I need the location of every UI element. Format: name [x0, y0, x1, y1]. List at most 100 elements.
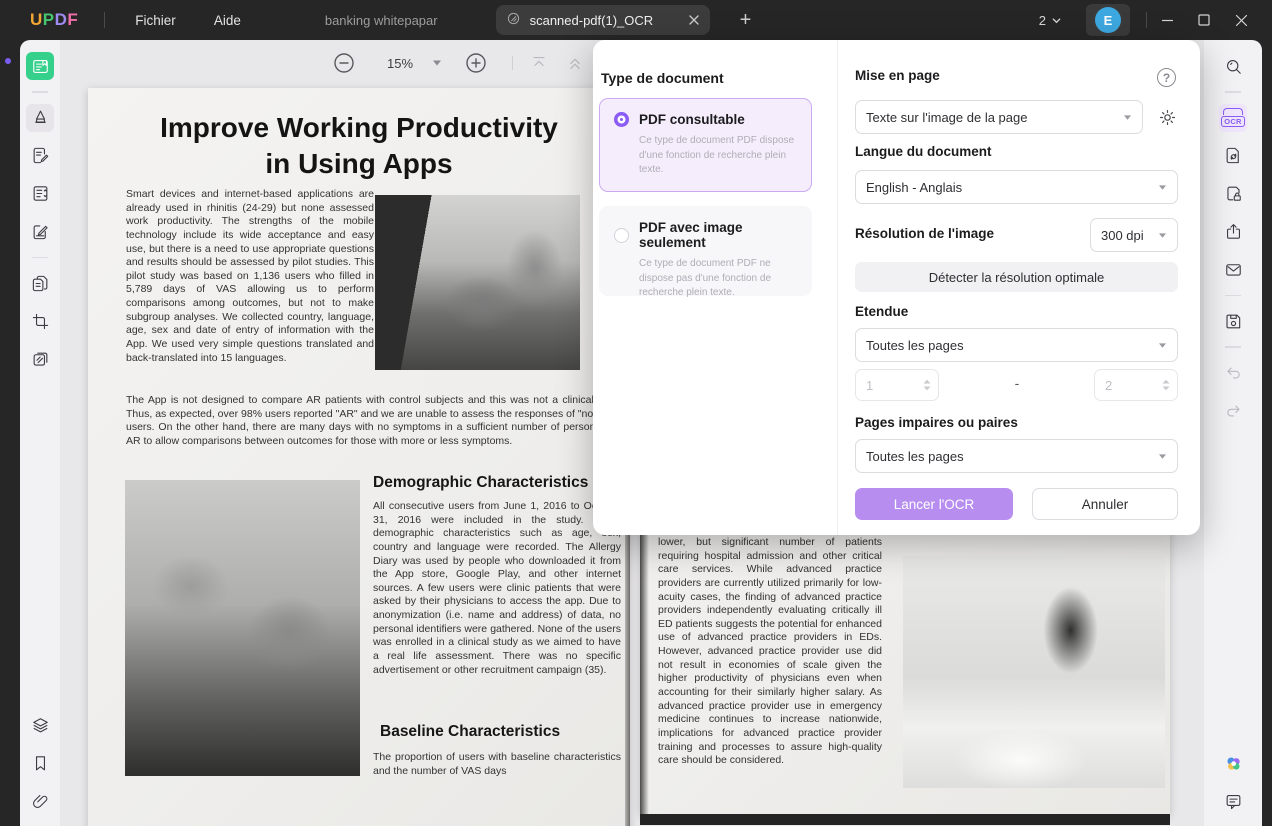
- range-value: Toutes les pages: [866, 337, 964, 353]
- parity-value: Toutes les pages: [866, 448, 964, 464]
- radio-unselected-icon[interactable]: [614, 227, 629, 243]
- zoom-dropdown-caret[interactable]: [432, 59, 442, 67]
- forms-icon[interactable]: [26, 180, 54, 208]
- option-image-only-pdf[interactable]: PDF avec image seulement Ce type de docu…: [599, 206, 812, 298]
- chevron-down-icon: [1158, 453, 1167, 460]
- document-heading: Baseline Characteristics: [380, 723, 561, 740]
- avatar: E: [1095, 7, 1121, 33]
- toolbar-divider: [32, 91, 48, 93]
- convert-document-icon[interactable]: [1219, 142, 1247, 170]
- mail-icon[interactable]: [1219, 256, 1247, 284]
- zoom-in-button[interactable]: [464, 51, 488, 75]
- parity-label: Pages impaires ou paires: [855, 415, 1018, 430]
- zoom-level: 15%: [386, 55, 414, 71]
- stepper-arrows-icon[interactable]: [923, 379, 931, 391]
- language-label: Langue du document: [855, 144, 992, 159]
- page-from-input[interactable]: [856, 377, 908, 393]
- attachments-icon[interactable]: [26, 787, 54, 815]
- option-label: PDF avec image seulement: [639, 220, 743, 250]
- option-description: Ce type de document PDF dispose d'une fo…: [639, 135, 795, 175]
- toolbar-divider: [512, 56, 513, 70]
- scroll-to-top-button[interactable]: [529, 53, 549, 73]
- chevron-down-icon: [1158, 232, 1167, 239]
- share-icon[interactable]: [1219, 218, 1247, 246]
- comments-icon[interactable]: [1219, 787, 1247, 815]
- help-icon[interactable]: ?: [1157, 68, 1176, 87]
- menu-help[interactable]: Aide: [206, 9, 249, 32]
- page-from-stepper[interactable]: [855, 369, 939, 401]
- window-close-button[interactable]: [1224, 4, 1258, 36]
- page-to-stepper[interactable]: [1094, 369, 1178, 401]
- layers-icon[interactable]: [26, 711, 54, 739]
- logo-letter: P: [42, 10, 55, 29]
- updf-logo: U P D F: [30, 10, 78, 30]
- signature-icon[interactable]: [26, 218, 54, 246]
- annotate-highlighter-icon[interactable]: [26, 103, 54, 132]
- edit-document-icon[interactable]: [26, 142, 54, 170]
- ocr-scan-frame: [1222, 108, 1243, 115]
- new-tab-button[interactable]: +: [734, 9, 758, 32]
- logo-letter: F: [67, 10, 79, 29]
- right-toolbar: OCR: [1204, 40, 1262, 826]
- ai-assistant-icon[interactable]: [1219, 749, 1247, 777]
- page-to-input[interactable]: [1095, 377, 1147, 393]
- cancel-button[interactable]: Annuler: [1032, 488, 1178, 520]
- updf-app-window: U P D F Fichier Aide banking whitepapar …: [0, 0, 1272, 826]
- toolbar-divider: [1225, 294, 1241, 296]
- toolbar-divider: [1225, 346, 1241, 348]
- parity-dropdown[interactable]: Toutes les pages: [855, 439, 1178, 473]
- reader-mode-icon[interactable]: [26, 52, 54, 80]
- undo-icon[interactable]: [1219, 359, 1247, 387]
- window-minimize-button[interactable]: [1150, 4, 1184, 36]
- titlebar: U P D F Fichier Aide banking whitepapar …: [0, 0, 1272, 40]
- organize-pages-icon[interactable]: [26, 269, 54, 297]
- ocr-dialog: Type de document PDF consultable Ce type…: [593, 40, 1200, 535]
- ocr-icon[interactable]: OCR: [1219, 103, 1247, 132]
- redo-icon[interactable]: [1219, 397, 1247, 425]
- radio-selected-icon[interactable]: [614, 112, 629, 127]
- chevron-down-icon: [1123, 114, 1132, 121]
- resolution-value: 300 dpi: [1101, 227, 1144, 243]
- window-frame-right: [1262, 40, 1272, 826]
- layout-dropdown[interactable]: Texte sur l'image de la page: [855, 100, 1143, 134]
- pdf-page-1: Improve Working Productivity in Using Ap…: [88, 88, 630, 826]
- zoom-out-button[interactable]: [332, 51, 356, 75]
- bookmarks-icon[interactable]: [26, 749, 54, 777]
- stepper-arrows-icon[interactable]: [1162, 379, 1170, 391]
- previous-page-button[interactable]: [565, 53, 585, 73]
- crop-pages-icon[interactable]: [26, 307, 54, 335]
- window-count-dropdown[interactable]: 2: [1033, 9, 1068, 32]
- toolbar-divider: [32, 256, 48, 258]
- logo-letter: D: [54, 10, 68, 29]
- resolution-dropdown[interactable]: 300 dpi: [1090, 218, 1178, 252]
- start-ocr-button[interactable]: Lancer l'OCR: [855, 488, 1013, 520]
- document-heading: Demographic Characteristics: [373, 474, 589, 491]
- document-paragraph: The proportion of users with baseline ch…: [373, 751, 621, 777]
- document-type-section: Type de document PDF consultable Ce type…: [593, 40, 837, 535]
- option-searchable-pdf[interactable]: PDF consultable Ce type de document PDF …: [599, 98, 812, 192]
- document-type-title: Type de document: [601, 70, 724, 86]
- window-maximize-button[interactable]: [1187, 4, 1221, 36]
- tab-label: scanned-pdf(1)_OCR: [529, 12, 654, 28]
- people-with-laptops-photo: [125, 480, 360, 776]
- tab-banking-whitepaper[interactable]: banking whitepapar: [315, 7, 448, 34]
- document-paragraph: lower, but significant number of patient…: [658, 536, 882, 767]
- titlebar-right: 2 E: [1033, 4, 1258, 36]
- menu-file[interactable]: Fichier: [127, 9, 184, 32]
- save-icon[interactable]: [1219, 307, 1247, 335]
- detect-resolution-button[interactable]: Détecter la résolution optimale: [855, 262, 1178, 292]
- tab-close-icon[interactable]: [688, 14, 700, 26]
- tab-scanned-pdf-ocr[interactable]: scanned-pdf(1)_OCR: [495, 5, 710, 35]
- resolution-label: Résolution de l'image: [855, 226, 994, 241]
- dialog-divider: [837, 40, 838, 535]
- meeting-room-photo: [375, 195, 580, 370]
- protect-document-icon[interactable]: [1219, 180, 1247, 208]
- help-glyph: ?: [1162, 70, 1171, 85]
- search-icon[interactable]: [1219, 52, 1247, 80]
- layout-value: Texte sur l'image de la page: [866, 109, 1028, 125]
- account-button[interactable]: E: [1086, 4, 1130, 36]
- watermark-icon[interactable]: [26, 345, 54, 373]
- range-dropdown[interactable]: Toutes les pages: [855, 328, 1178, 362]
- language-dropdown[interactable]: English - Anglais: [855, 170, 1178, 204]
- gear-icon[interactable]: [1156, 106, 1178, 128]
